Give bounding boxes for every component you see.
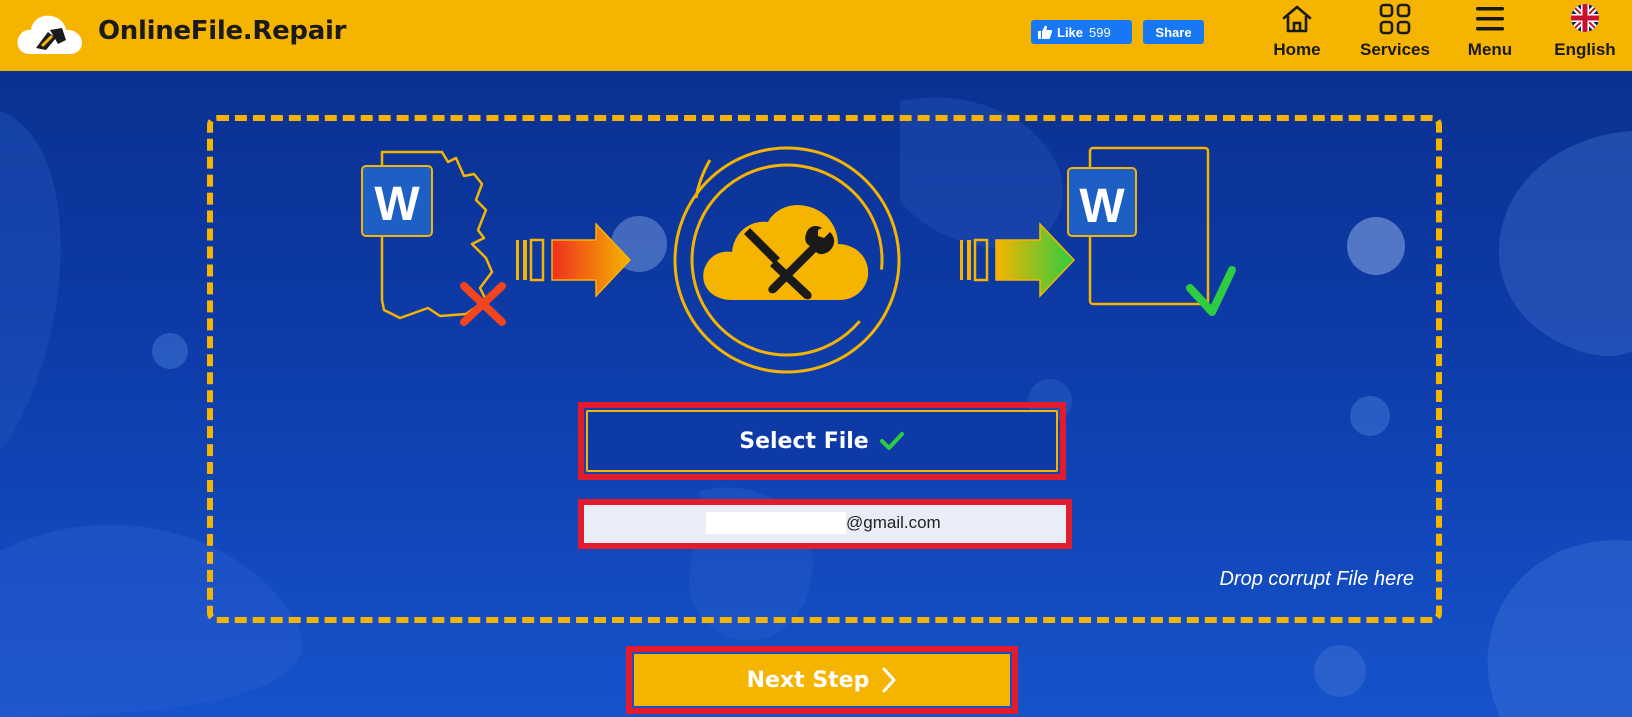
nav-language[interactable]: English — [1546, 0, 1624, 71]
logo-icon[interactable] — [16, 8, 86, 60]
facebook-like-button[interactable]: Like 599 — [1031, 20, 1132, 44]
arrow-right-icon — [960, 222, 1076, 298]
next-step-label: Next Step — [746, 667, 870, 693]
facebook-share-button[interactable]: Share — [1143, 20, 1204, 44]
site-header: OnlineFile.Repair Like 599 Share Home Se… — [0, 0, 1632, 71]
email-redacted-part — [706, 512, 846, 534]
hamburger-icon — [1476, 7, 1504, 31]
brand-name[interactable]: OnlineFile.Repair — [98, 16, 346, 46]
repair-process-illustration: W W — [361, 146, 1236, 374]
check-mark-icon — [1186, 266, 1236, 316]
like-label: Like — [1057, 24, 1084, 40]
nav-home-label: Home — [1273, 40, 1321, 59]
uk-flag-icon — [1571, 4, 1599, 32]
check-icon — [879, 432, 904, 450]
chevron-right-icon — [882, 667, 896, 693]
thumbs-up-icon — [1038, 25, 1053, 39]
arrow-right-icon — [516, 222, 632, 298]
next-step-button[interactable]: Next Step — [634, 654, 1010, 706]
home-icon — [1282, 5, 1312, 33]
email-suffix: @gmail.com — [846, 513, 941, 532]
select-file-label: Select File — [739, 428, 869, 454]
grid-icon — [1379, 3, 1411, 35]
word-document-fixed-icon: W — [1067, 146, 1236, 316]
nav-menu[interactable]: Menu — [1456, 0, 1524, 71]
right-doc-letter: W — [1079, 180, 1125, 233]
drop-hint-text: Drop corrupt File here — [1219, 568, 1414, 590]
like-count: 599 — [1089, 24, 1111, 40]
nav-services[interactable]: Services — [1354, 0, 1436, 71]
nav-menu-label: Menu — [1467, 40, 1513, 59]
left-doc-letter: W — [374, 178, 420, 231]
nav-services-label: Services — [1360, 40, 1430, 59]
cloud-repair-tools-icon — [673, 146, 901, 374]
word-document-broken-icon: W — [361, 150, 506, 326]
nav-language-label: English — [1554, 40, 1616, 59]
nav-home[interactable]: Home — [1262, 0, 1332, 71]
select-file-button[interactable]: Select File — [586, 410, 1058, 472]
